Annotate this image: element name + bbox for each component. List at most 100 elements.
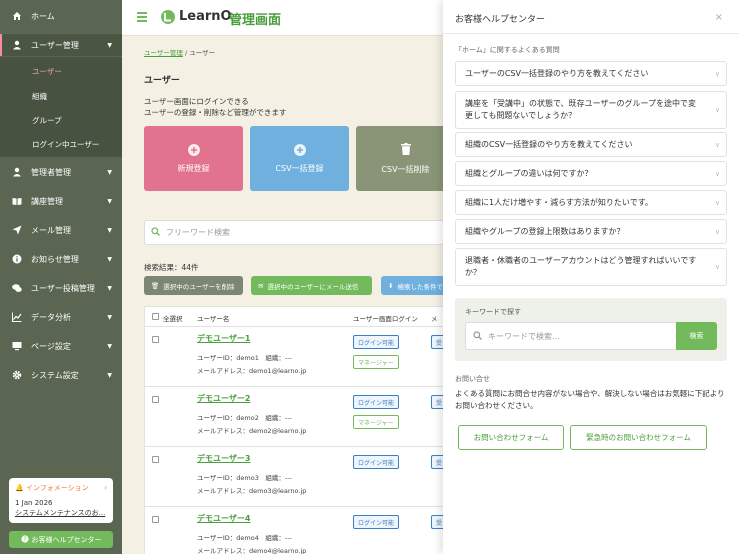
chevron-down-icon: ∨ (714, 198, 720, 207)
csv-bulk-register-card[interactable]: CSV一括登録 (250, 126, 349, 191)
chevron-down-icon: ∨ (714, 227, 720, 236)
sidebar-item-mail-management[interactable]: メール管理 ▼ (0, 219, 122, 241)
table-row: デモユーザー4 ユーザーID：demo4 組織：--- メールアドレス：demo… (145, 507, 443, 554)
table-row: デモユーザー2 ユーザーID：demo2 組織：--- メールアドレス：demo… (145, 387, 443, 447)
search-placeholder: フリーワード検索 (166, 228, 230, 237)
keyword-search-button[interactable]: 検索 (676, 322, 717, 350)
submenu-item-users[interactable]: ユーザー (32, 66, 62, 77)
csv-bulk-delete-card[interactable]: CSV一括削除 (356, 126, 443, 191)
sidebar-item-data-analysis[interactable]: データ分析 ▼ (0, 306, 122, 328)
information-card[interactable]: 🔔 インフォメーション › 1 Jan 2026 システムメンテナンスのお... (9, 478, 113, 523)
faq-item[interactable]: 退職者・休職者のユーザーアカウントはどう管理すればいいですか？ ∨ (455, 248, 727, 286)
svg-text:?: ? (23, 536, 26, 543)
extra-badge: 受 (431, 455, 443, 469)
faq-item[interactable]: ユーザーのCSV一括登録のやり方を教えてください ∨ (455, 61, 727, 86)
sidebar-item-label: ユーザー投稿管理 (31, 283, 95, 293)
information-text[interactable]: システムメンテナンスのお... (15, 508, 107, 518)
faq-item[interactable]: 組織に1人だけ増やす・減らす方法が知りたいです。 ∨ (455, 190, 727, 215)
plus-icon (293, 143, 306, 156)
sidebar-item-home[interactable]: ホーム (0, 5, 122, 27)
submenu-item-logged-in-users[interactable]: ログイン中ユーザー (32, 139, 99, 150)
chevron-down-icon: ∨ (714, 263, 720, 271)
main-content: ユーザー管理 / ユーザー ユーザー ユーザー画面にログインできる ユーザーの登… (122, 36, 443, 554)
urgent-contact-form-button[interactable]: 緊急時のお問い合わせフォーム (570, 425, 707, 450)
sidebar: ホーム ユーザー管理 ▼ ユーザー 組織 グループ ログイン中ユーザー 管理者管… (0, 0, 122, 554)
login-status-badge: ログイン可能 (353, 335, 400, 349)
login-status-badge: ログイン可能 (353, 455, 400, 469)
information-date: 1 Jan 2026 (15, 499, 53, 507)
chevron-down-icon: ▼ (107, 285, 112, 292)
chevron-down-icon: ▼ (107, 372, 112, 379)
faq-item[interactable]: 講座を「受講中」の状態で、既存ユーザーのグループを途中で変更しても問題ないでしょ… (455, 91, 727, 129)
sidebar-item-label: ユーザー管理 (31, 40, 79, 50)
column-header-extra: メ (431, 315, 438, 323)
keyword-search-box: キーワードで探す キーワードで検索... 検索 (455, 298, 727, 361)
download-filtered-button[interactable]: ⬇ 検索した条件で (381, 276, 443, 295)
extra-badge: 受 (431, 515, 443, 529)
page-description: ユーザー画面にログインできる ユーザーの登録・削除など管理ができます (144, 96, 286, 118)
sidebar-item-user-management[interactable]: ユーザー管理 ▼ (0, 34, 122, 56)
extra-badge: 受 (431, 335, 443, 349)
sidebar-item-course-management[interactable]: 講座管理 ▼ (0, 190, 122, 212)
user-name-link[interactable]: デモユーザー3 (197, 453, 250, 464)
chevron-down-icon: ▼ (107, 198, 112, 205)
question-icon: ? (20, 534, 29, 545)
sidebar-item-label: お知らせ管理 (31, 254, 79, 264)
chevron-down-icon: ∨ (714, 106, 720, 114)
freeword-search-input[interactable]: フリーワード検索 (144, 220, 443, 245)
help-center-label: お客様ヘルプセンター (31, 535, 102, 544)
search-icon (151, 227, 160, 238)
contact-form-button[interactable]: お問い合わせフォーム (458, 425, 564, 450)
user-name-link[interactable]: デモユーザー2 (197, 393, 250, 404)
faq-item[interactable]: 組織とグループの違いは何ですか？ ∨ (455, 161, 727, 186)
user-meta: ユーザーID：demo4 組織：--- (197, 534, 292, 542)
breadcrumb: ユーザー管理 / ユーザー (144, 47, 215, 57)
faq-item[interactable]: 組織のCSV一括登録のやり方を教えてください ∨ (455, 132, 727, 157)
sidebar-item-admin-management[interactable]: 管理者管理 ▼ (0, 161, 122, 183)
user-table: 全選択 ユーザー名 ユーザー画面ログイン メ デモユーザー1 ユーザーID：de… (144, 306, 443, 554)
breadcrumb-link-user-management[interactable]: ユーザー管理 (144, 49, 183, 57)
user-name-link[interactable]: デモユーザー1 (197, 333, 250, 344)
sidebar-item-label: システム設定 (31, 370, 79, 380)
sidebar-item-page-settings[interactable]: ページ設定 ▼ (0, 335, 122, 357)
monitor-icon (12, 341, 22, 351)
submenu-item-groups[interactable]: グループ (32, 115, 62, 126)
send-icon (12, 225, 22, 235)
row-checkbox[interactable] (152, 516, 159, 523)
sidebar-item-user-post-management[interactable]: ユーザー投稿管理 ▼ (0, 277, 122, 299)
row-checkbox[interactable] (152, 336, 159, 343)
row-checkbox[interactable] (152, 456, 159, 463)
faq-question: 退職者・休職者のユーザーアカウントはどう管理すればいいですか？ (465, 256, 697, 277)
sidebar-item-label: メール管理 (31, 225, 71, 235)
chevron-down-icon: ▼ (107, 343, 112, 350)
faq-question: 組織やグループの登録上限数はありますか？ (465, 226, 625, 236)
contact-heading: お問い合せ (455, 375, 490, 383)
sidebar-item-label: 講座管理 (31, 196, 63, 206)
delete-selected-button[interactable]: 🗑 選択中のユーザーを削除 (144, 276, 243, 295)
mail-selected-button[interactable]: ✉ 選択中のユーザーにメール送信 (251, 276, 372, 295)
user-name-link[interactable]: デモユーザー4 (197, 513, 250, 524)
trash-icon: 🗑 (151, 281, 160, 290)
row-checkbox[interactable] (152, 396, 159, 403)
select-all-checkbox[interactable] (152, 313, 159, 320)
submenu-item-organizations[interactable]: 組織 (32, 91, 47, 102)
column-header-login: ユーザー画面ログイン (353, 315, 418, 323)
user-email: メールアドレス：demo3@learno.jp (197, 487, 307, 495)
keyword-search-input[interactable]: キーワードで検索... (465, 322, 676, 350)
help-center-button[interactable]: ? お客様ヘルプセンター (9, 531, 113, 548)
sidebar-item-notice-management[interactable]: お知らせ管理 ▼ (0, 248, 122, 270)
hamburger-icon[interactable] (137, 12, 147, 22)
sidebar-item-system-settings[interactable]: システム設定 ▼ (0, 364, 122, 386)
chevron-down-icon: ∨ (714, 140, 720, 149)
info-icon (12, 254, 22, 264)
faq-item[interactable]: 組織やグループの登録上限数はありますか？ ∨ (455, 219, 727, 244)
information-header: 🔔 インフォメーション › (15, 483, 107, 493)
new-registration-card[interactable]: 新規登録 (144, 126, 243, 191)
card-label: CSV一括削除 (381, 164, 430, 174)
close-icon[interactable]: × (715, 12, 723, 23)
sidebar-item-label: 管理者管理 (31, 167, 71, 177)
page-description-line: ユーザーの登録・削除など管理ができます (144, 108, 287, 117)
action-label: 選択中のユーザーを削除 (163, 282, 235, 291)
chat-icon (12, 283, 22, 293)
user-meta: ユーザーID：demo1 組織：--- (197, 354, 292, 362)
